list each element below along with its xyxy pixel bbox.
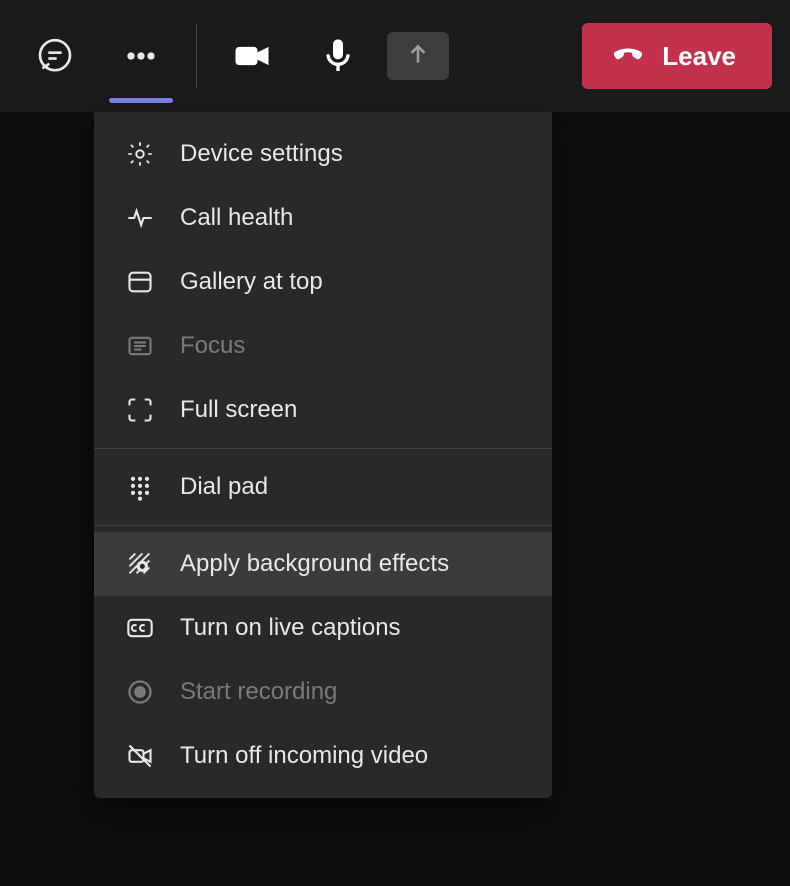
menu-item-label: Device settings <box>180 140 343 168</box>
leave-call-button[interactable]: Leave <box>582 23 772 89</box>
menu-item-background-effects[interactable]: Apply background effects <box>94 532 552 596</box>
menu-item-label: Focus <box>180 332 245 360</box>
record-icon <box>124 676 156 708</box>
fullscreen-icon <box>124 394 156 426</box>
menu-item-full-screen[interactable]: Full screen <box>94 378 552 442</box>
captions-icon <box>124 612 156 644</box>
gallery-icon <box>124 266 156 298</box>
mic-icon <box>318 36 358 76</box>
menu-item-live-captions[interactable]: Turn on live captions <box>94 596 552 660</box>
menu-item-label: Call health <box>180 204 293 232</box>
menu-item-label: Start recording <box>180 678 337 706</box>
mic-toggle-button[interactable] <box>301 23 375 89</box>
toolbar-divider <box>196 24 197 88</box>
menu-item-label: Turn off incoming video <box>180 742 428 770</box>
menu-item-gallery-top[interactable]: Gallery at top <box>94 250 552 314</box>
menu-separator <box>94 525 552 526</box>
camera-icon <box>230 34 274 78</box>
leave-label: Leave <box>662 41 736 72</box>
menu-item-device-settings[interactable]: Device settings <box>94 122 552 186</box>
menu-item-label: Apply background effects <box>180 550 449 578</box>
heartbeat-icon <box>124 202 156 234</box>
share-icon <box>405 41 431 72</box>
menu-item-dial-pad[interactable]: Dial pad <box>94 455 552 519</box>
gear-icon <box>124 138 156 170</box>
menu-item-turn-off-incoming-video[interactable]: Turn off incoming video <box>94 724 552 788</box>
menu-item-label: Turn on live captions <box>180 614 401 642</box>
more-actions-menu: Device settings Call health Gallery at t… <box>94 112 552 798</box>
menu-item-label: Full screen <box>180 396 297 424</box>
menu-item-focus: Focus <box>94 314 552 378</box>
dialpad-icon <box>124 471 156 503</box>
menu-item-start-recording: Start recording <box>94 660 552 724</box>
hangup-icon <box>610 35 646 78</box>
share-screen-button[interactable] <box>387 32 449 80</box>
focus-icon <box>124 330 156 362</box>
call-toolbar: Leave <box>0 0 790 112</box>
background-effects-icon <box>124 548 156 580</box>
video-off-icon <box>124 740 156 772</box>
more-actions-button[interactable] <box>104 23 178 89</box>
more-icon <box>121 36 161 76</box>
menu-separator <box>94 448 552 449</box>
chat-icon <box>35 36 75 76</box>
menu-item-label: Dial pad <box>180 473 268 501</box>
chat-button[interactable] <box>18 23 92 89</box>
menu-item-call-health[interactable]: Call health <box>94 186 552 250</box>
menu-item-label: Gallery at top <box>180 268 323 296</box>
camera-toggle-button[interactable] <box>215 23 289 89</box>
